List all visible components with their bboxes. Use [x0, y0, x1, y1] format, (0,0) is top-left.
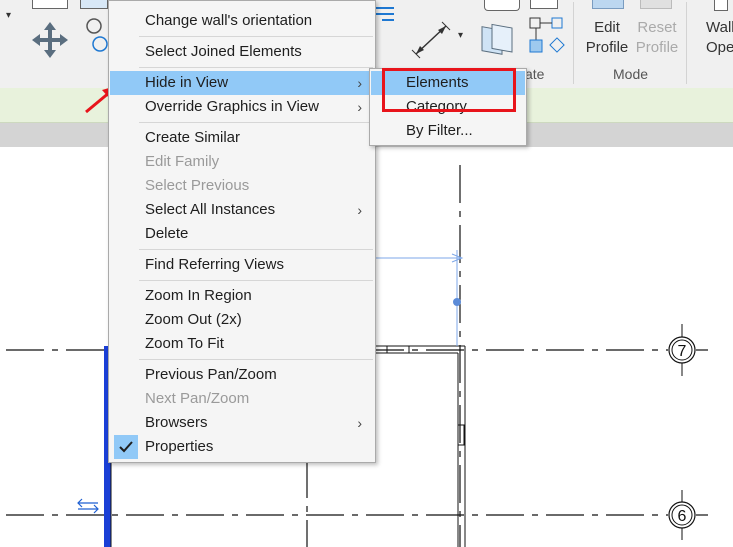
- menu-item-previous-pan-zoom[interactable]: Previous Pan/Zoom: [110, 363, 374, 387]
- menu-item-select-previous: Select Previous: [145, 177, 250, 194]
- menu-item-next-pan-zoom: Next Pan/Zoom: [145, 390, 250, 407]
- submenu-item-by-filter[interactable]: By Filter...: [371, 119, 525, 143]
- menu-item-select-joined-elements[interactable]: Select Joined Elements: [110, 40, 374, 64]
- menu-item-delete[interactable]: Delete: [110, 222, 374, 246]
- menu-item-edit-family: Edit Family: [145, 153, 220, 170]
- checkmark-icon: [114, 435, 138, 459]
- menu-item-zoom-out[interactable]: Zoom Out (2x): [110, 308, 374, 332]
- submenu-arrow-icon: ›: [357, 202, 362, 218]
- menu-item-select-all-instances[interactable]: Select All Instances ›: [110, 198, 374, 222]
- menu-item-properties[interactable]: Properties: [110, 435, 374, 459]
- annotation-highlight-box: [382, 68, 516, 112]
- menu-item-create-similar[interactable]: Create Similar: [110, 126, 374, 150]
- menu-item-zoom-to-fit[interactable]: Zoom To Fit: [110, 332, 374, 356]
- menu-item-zoom-in-region[interactable]: Zoom In Region: [110, 284, 374, 308]
- grid-bubble-7-label: 7: [678, 343, 687, 360]
- context-menu: Change wall's orientation Select Joined …: [108, 0, 376, 463]
- submenu-arrow-icon: ›: [357, 415, 362, 431]
- submenu-arrow-icon: ›: [357, 75, 362, 91]
- menu-item-hide-in-view[interactable]: Hide in View ›: [110, 71, 374, 95]
- submenu-arrow-icon: ›: [357, 99, 362, 115]
- menu-item-override-graphics[interactable]: Override Graphics in View ›: [110, 95, 374, 119]
- menu-item-browsers[interactable]: Browsers ›: [110, 411, 374, 435]
- menu-item-find-referring-views[interactable]: Find Referring Views: [110, 253, 374, 277]
- menu-item-change-wall-orientation[interactable]: Change wall's orientation: [110, 9, 374, 33]
- grid-bubble-6-label: 6: [678, 508, 687, 525]
